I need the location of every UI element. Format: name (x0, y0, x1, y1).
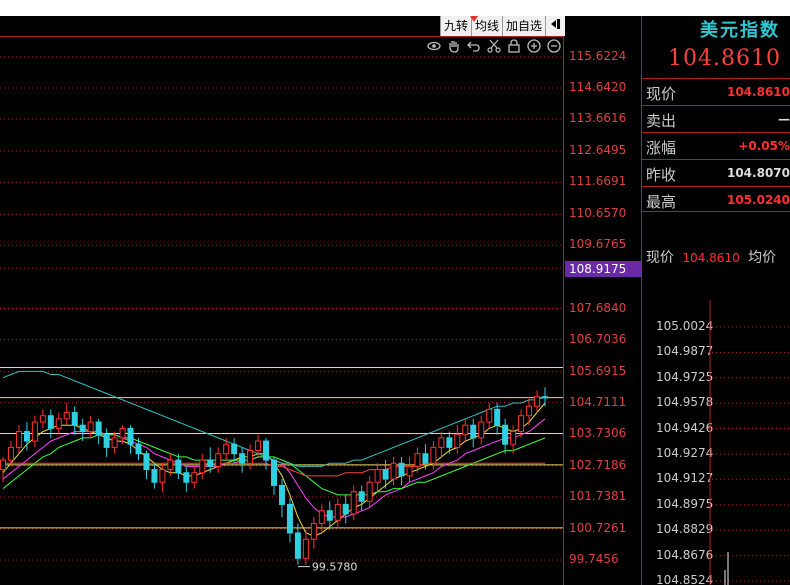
quote-table: 现价 104.8610 卖出 — 涨幅 +0.05% 昨收 104.8070 最… (642, 78, 790, 213)
instrument-title: 美元指数 (700, 20, 780, 41)
chart-toolbar: 九转 均线 加自选 (440, 16, 566, 36)
mini-avg-label: 均价 (748, 250, 777, 266)
quote-value: +0.05% (738, 139, 790, 153)
y-axis-label: 106.7036 (569, 331, 627, 346)
quote-row-ask: 卖出 — (642, 105, 790, 132)
quote-value: 104.8070 (726, 166, 790, 180)
y-axis-label: 103.7306 (569, 425, 627, 440)
quote-label: 涨幅 (646, 139, 677, 157)
mini-current-value: 104.8610 (682, 251, 740, 265)
tab-add-favorite[interactable]: 加自选 (502, 16, 545, 36)
exit-icon[interactable] (545, 16, 565, 36)
quote-row-current: 现价 104.8610 (642, 78, 790, 105)
quote-row-change: 涨幅 +0.05% (642, 132, 790, 159)
y-axis-label: 101.7381 (569, 488, 627, 503)
y-axis-label: 105.6915 (569, 363, 627, 378)
y-axis-label: 113.6616 (569, 111, 627, 126)
y-axis-label: 110.6570 (569, 206, 627, 221)
quote-label: 卖出 (646, 112, 677, 130)
chart-frame (0, 36, 564, 585)
quote-value: 105.0240 (726, 193, 790, 207)
y-axis-label: 112.6495 (569, 143, 627, 158)
mini-current-label: 现价 (646, 250, 674, 266)
quote-row-high: 最高 105.0240 (642, 186, 790, 213)
tab-jiuzhuan[interactable]: 九转 (440, 16, 471, 36)
quote-label: 最高 (646, 193, 677, 211)
quote-row-prev-close: 昨收 104.8070 (642, 159, 790, 186)
y-axis-label: 114.6420 (569, 80, 627, 95)
y-axis-label: 99.7456 (569, 552, 619, 566)
intraday-mini-chart[interactable] (642, 300, 790, 585)
y-axis-label: 109.6765 (569, 237, 627, 252)
quote-separator (642, 211, 790, 212)
y-axis-label: 100.7261 (569, 520, 627, 535)
mini-chart-header: 现价 104.8610 均价 (646, 247, 776, 267)
y-axis-label: 107.6840 (569, 300, 627, 315)
crosshair-price-label: 108.9175 (565, 261, 641, 277)
quote-label: 昨收 (646, 166, 677, 184)
y-axis-label: 111.6691 (569, 174, 627, 189)
window-top-strip (0, 0, 790, 16)
y-axis-label: 102.7186 (569, 457, 627, 472)
y-axis-label: 115.6224 (569, 49, 627, 63)
y-axis-label: 104.7111 (569, 394, 627, 409)
instrument-price: 104.8610 (668, 46, 781, 71)
quote-label: 现价 (646, 85, 677, 103)
tab-active-marker (470, 16, 478, 22)
quote-value: 104.8610 (726, 85, 790, 99)
quote-value: — (778, 112, 790, 126)
